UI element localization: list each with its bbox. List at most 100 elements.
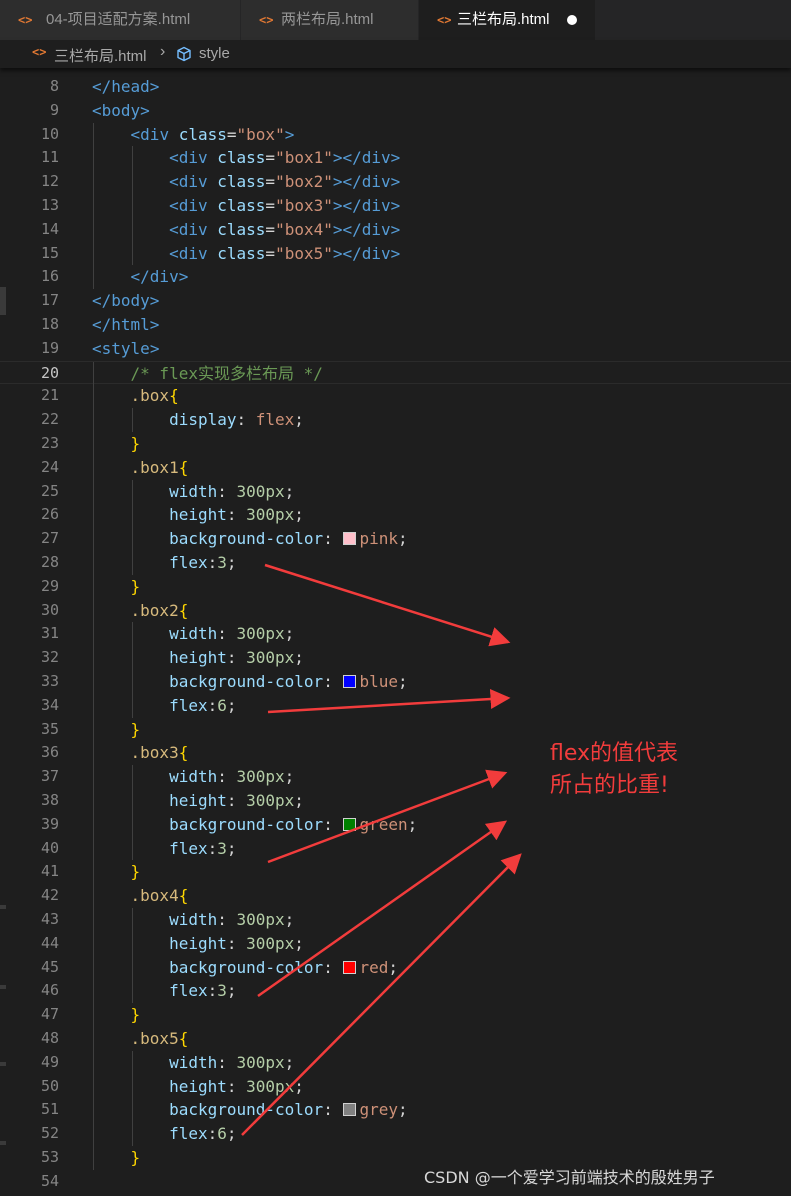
- code-line[interactable]: 50 height: 300px;: [0, 1074, 791, 1099]
- code-line[interactable]: 26 height: 300px;: [0, 503, 791, 528]
- line-number: 43: [40, 910, 59, 928]
- code-line[interactable]: 46 flex:3;: [0, 979, 791, 1004]
- breadcrumb-separator: ›: [160, 43, 166, 60]
- code-line[interactable]: 47 }: [0, 1003, 791, 1027]
- tab-04-project-adaptation[interactable]: <> 04-项目适配方案.html: [0, 0, 240, 40]
- indent-guide: [93, 1098, 94, 1123]
- code-line[interactable]: 23 }: [0, 432, 791, 456]
- indent-guide: [131, 241, 133, 266]
- code-line[interactable]: 9 <body>: [0, 99, 791, 123]
- indent-guide: [93, 361, 94, 386]
- code-text: background-color: red;: [169, 957, 398, 977]
- code-line[interactable]: 42 .box4{: [0, 884, 791, 908]
- color-swatch-icon[interactable]: [343, 675, 357, 688]
- code-line[interactable]: 44 height: 300px;: [0, 931, 791, 956]
- code-line[interactable]: 8 </head>: [0, 75, 791, 99]
- code-line[interactable]: 40 flex:3;: [0, 836, 791, 861]
- code-line[interactable]: 49 width: 300px;: [0, 1050, 791, 1075]
- line-number: 32: [40, 648, 59, 667]
- indent-guide: [131, 146, 133, 171]
- code-line[interactable]: 32 height: 300px;: [0, 646, 791, 670]
- line-number: 40: [40, 838, 59, 857]
- indent-guide: [131, 408, 133, 432]
- code-line[interactable]: 22 display: flex;: [0, 408, 791, 432]
- code-text: height: 300px;: [169, 1076, 304, 1096]
- line-number: 46: [40, 981, 59, 1000]
- color-swatch-icon[interactable]: [343, 817, 357, 831]
- tab-three-column-layout[interactable]: <> 三栏布局.html: [419, 0, 595, 40]
- line-number: 11: [40, 148, 59, 167]
- code-editor[interactable]: 8 </head> 9 <body> 10 <div class="box"> 11 <d…: [0, 40, 791, 1196]
- indent-guide: [131, 955, 133, 980]
- tab-two-column-layout[interactable]: <> 两栏布局.html: [241, 0, 418, 40]
- code-text: <div class="box1"></div>: [169, 148, 401, 168]
- code-text: width: 300px;: [169, 910, 295, 929]
- code-line[interactable]: 52 flex:6;: [0, 1122, 791, 1146]
- code-line[interactable]: 30 .box2{: [0, 598, 791, 623]
- code-line[interactable]: 31 width: 300px;: [0, 622, 791, 647]
- code-line[interactable]: 41 }: [0, 860, 791, 885]
- code-line[interactable]: 11 <div class="box1"></div>: [0, 146, 791, 171]
- line-number: 23: [40, 434, 59, 452]
- indent-guide: [131, 479, 133, 504]
- indent-guide: [131, 836, 133, 861]
- code-text: /* flex实现多栏布局 */: [130, 363, 323, 383]
- line-number: 45: [40, 957, 59, 976]
- code-line[interactable]: 21 .box{: [0, 384, 791, 409]
- line-number: 16: [40, 267, 59, 286]
- indent-guide: [93, 574, 94, 599]
- code-line[interactable]: 34 flex:6;: [0, 693, 791, 718]
- color-swatch-icon[interactable]: [343, 960, 357, 974]
- line-number: 51: [40, 1100, 59, 1119]
- html-file-icon: <>: [18, 13, 33, 27]
- code-line[interactable]: 24 .box1{: [0, 455, 791, 480]
- line-number: 8: [49, 77, 59, 95]
- line-number: 24: [40, 457, 59, 476]
- code-line[interactable]: 14 <div class="box4"></div>: [0, 217, 791, 242]
- code-line[interactable]: 33 background-color: blue;: [0, 670, 791, 694]
- code-line[interactable]: 43 width: 300px;: [0, 908, 791, 932]
- line-number: 50: [40, 1076, 59, 1095]
- breadcrumb: <> 三栏布局.html › style: [0, 40, 791, 68]
- code-line[interactable]: 27 background-color: pink;: [0, 527, 791, 551]
- code-text: height: 300px;: [169, 505, 304, 525]
- code-line[interactable]: 20 /* flex实现多栏布局 */: [0, 360, 791, 386]
- code-line[interactable]: 15 <div class="box5"></div>: [0, 241, 791, 266]
- code-line[interactable]: 16 </div>: [0, 265, 791, 290]
- code-line[interactable]: 28 flex:3;: [0, 551, 791, 575]
- code-line[interactable]: 18 </html>: [0, 313, 791, 337]
- indent-guide: [131, 908, 133, 932]
- indent-guide: [93, 646, 94, 670]
- breadcrumb-symbol-style[interactable]: style: [199, 45, 230, 62]
- code-text: display: flex;: [169, 410, 304, 430]
- code-line[interactable]: 17 </body>: [0, 289, 791, 313]
- line-number: 15: [40, 243, 59, 262]
- code-text: }: [130, 1005, 141, 1025]
- code-text: flex:6;: [169, 695, 237, 715]
- indent-guide: [93, 408, 94, 432]
- code-line[interactable]: 12 <div class="box2"></div>: [0, 170, 791, 194]
- code-line[interactable]: 45 background-color: red;: [0, 955, 791, 980]
- code-line[interactable]: 10 <div class="box">: [0, 122, 791, 147]
- code-text: <div class="box4"></div>: [169, 219, 401, 239]
- breadcrumb-file[interactable]: 三栏布局.html: [54, 45, 147, 66]
- code-line[interactable]: 29 }: [0, 574, 791, 599]
- code-line[interactable]: 51 background-color: grey;: [0, 1098, 791, 1123]
- code-line[interactable]: 13 <div class="box3"></div>: [0, 194, 791, 218]
- annotation-note: flex的值代表 所占的比重!: [550, 738, 678, 802]
- color-swatch-icon[interactable]: [343, 1103, 357, 1117]
- color-swatch-icon[interactable]: [343, 532, 357, 546]
- indent-guide: [93, 931, 94, 956]
- html-file-icon: <>: [437, 13, 452, 27]
- code-line[interactable]: 48 .box5{: [0, 1027, 791, 1051]
- code-line[interactable]: 39 background-color: green;: [0, 812, 791, 837]
- unsaved-dot-icon[interactable]: [567, 15, 577, 25]
- code-text: width: 300px;: [169, 1052, 295, 1072]
- code-line[interactable]: 19 <style>: [0, 337, 791, 361]
- code-text: </head>: [92, 77, 160, 96]
- code-line[interactable]: 25 width: 300px;: [0, 479, 791, 504]
- line-number: 49: [40, 1052, 59, 1071]
- line-number: 35: [40, 719, 59, 738]
- indent-guide: [131, 693, 133, 718]
- line-number: 38: [40, 791, 59, 809]
